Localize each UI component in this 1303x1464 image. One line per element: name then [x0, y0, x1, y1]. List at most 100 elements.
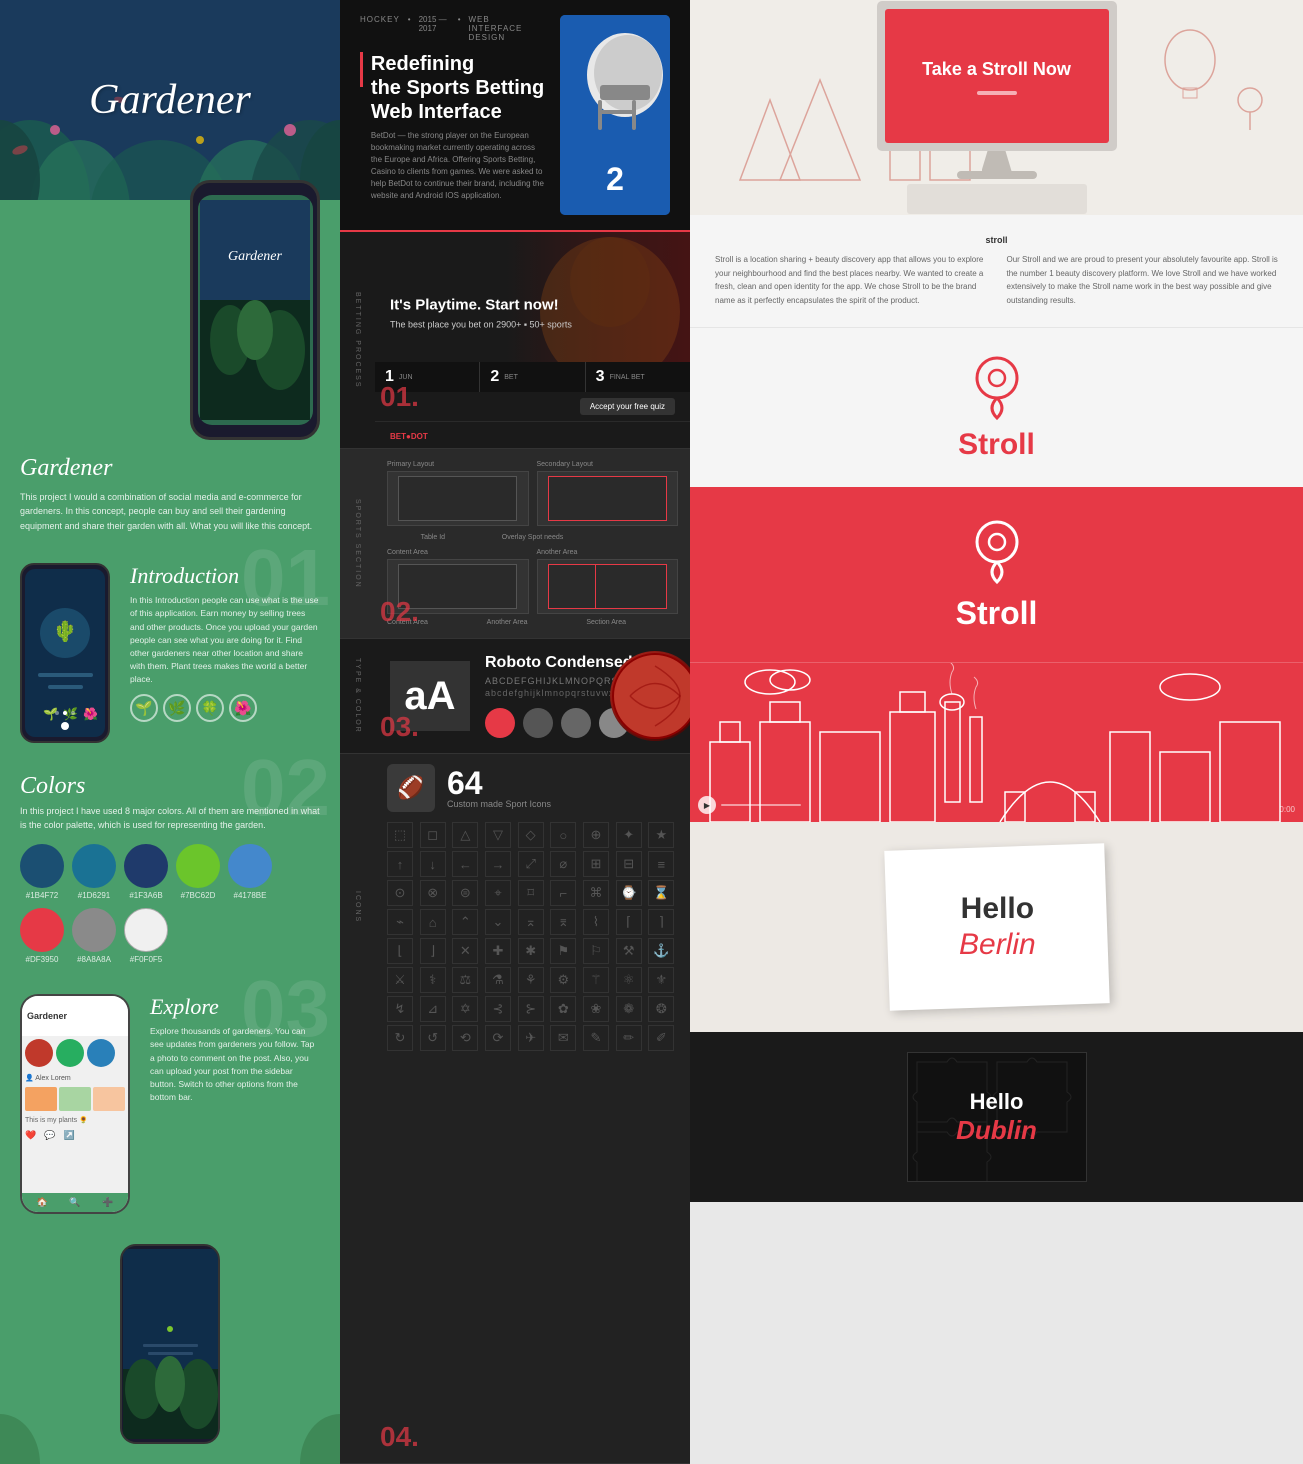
icon-28: ⌁ — [387, 909, 413, 935]
app-avatars-row — [22, 1036, 128, 1071]
monitor-keyboard — [907, 184, 1087, 214]
hero-text-block: It's Playtime. Start now! The best place… — [390, 295, 572, 329]
layout-lbl-b: Overlay Spot needs — [487, 534, 579, 541]
layout-label-1: Primary Layout — [387, 461, 529, 468]
section-03-label: TYPE & COLOR — [354, 658, 361, 734]
icon-22: ⌖ — [485, 880, 511, 906]
stroll-city-section: ▶ 0:00 — [690, 662, 1303, 822]
left-column: Gardener Gardener Gardener This project … — [0, 0, 340, 1464]
section-01: 🌵 🌱 🌿 🌺 — [0, 548, 340, 758]
play-button[interactable]: ▶ — [698, 796, 716, 814]
icon-29: ⌂ — [420, 909, 446, 935]
intro-phone-svg: 🌵 🌱 🌿 🌺 — [28, 573, 103, 733]
icon-64: ↻ — [387, 1025, 413, 1051]
letter-text-2: Our Stroll and we are proud to present y… — [1007, 253, 1279, 307]
nav-home: 🏠 — [37, 1197, 48, 1208]
bottom-phone-svg — [123, 1249, 218, 1439]
icon-49: ⚗ — [485, 967, 511, 993]
icons-count: 64 — [447, 767, 551, 799]
icons-grid: ⬚ ◻ △ ▽ ◇ ○ ⊕ ✦ ★ ↑ ↓ ← → ⤢ ⌀ ⊞ — [387, 822, 678, 1051]
app-actions: ❤️ 💬 ↗️ — [22, 1127, 128, 1144]
nav-search: 🔍 — [69, 1197, 80, 1208]
icon-40: ✚ — [485, 938, 511, 964]
app-photo-grid — [22, 1085, 128, 1113]
icon-44: ⚒ — [616, 938, 642, 964]
hero-sub-text: The best place you bet on 2900+ ▪ 50+ sp… — [390, 319, 572, 329]
monitor-base — [957, 171, 1037, 179]
icon-37: ⌊ — [387, 938, 413, 964]
sports-header-combined: HOCKEY • 2015 — 2017 • WEB INTERFACE DES… — [340, 0, 690, 232]
circle-icon-4: 🌺 — [229, 694, 257, 722]
circle-icon-3: 🍀 — [196, 694, 224, 722]
accept-bet-btn[interactable]: Accept your free quiz — [580, 398, 675, 415]
icon-5: ◇ — [518, 822, 544, 848]
layout-lbl-c — [586, 534, 678, 541]
betdot-footer: BET●DOT — [375, 422, 690, 448]
video-controls[interactable]: ▶ — [698, 796, 801, 814]
icon-38: ⌋ — [420, 938, 446, 964]
bottom-nav: 🏠 🔍 ➕ — [22, 1193, 128, 1212]
section-02-label: SPORTS SECTION — [354, 499, 361, 589]
phone-screen-svg: Gardener — [200, 200, 310, 420]
bet-label-1: JUN — [399, 374, 413, 381]
color-circle-2 — [72, 844, 116, 888]
icon-14: ⤢ — [518, 851, 544, 877]
icon-57: ✡ — [452, 996, 478, 1022]
football-player-img: 2 — [560, 15, 670, 215]
icon-72: ✐ — [648, 1025, 674, 1051]
sports-title-row: Redefining the Sports Betting Web Interf… — [360, 52, 545, 202]
icons-header-row: 🏈 64 Custom made Sport Icons — [387, 764, 678, 812]
svg-text:🌵: 🌵 — [52, 619, 77, 643]
icon-30: ⌃ — [452, 909, 478, 935]
swatch-6: #DF3950 — [20, 908, 64, 964]
gardener-title: Gardener — [89, 76, 251, 124]
monitor-screen: Take a Stroll Now — [885, 9, 1109, 143]
dublin-hello-text: Hello — [970, 1089, 1024, 1115]
right-column: Take a Stroll Now stroll Stroll is a loc… — [690, 0, 1303, 1464]
color-swatches: #1B4F72 #1D6291 #1F3A6B #7BC62D #4178BE … — [20, 844, 320, 964]
icon-31: ⌄ — [485, 909, 511, 935]
layout-row-1: Primary Layout Secondary Layout — [387, 461, 678, 526]
intro-icon-group: 🌱 🌿 🍀 🌺 — [130, 694, 320, 722]
phone-mockup-1: Gardener — [190, 180, 320, 440]
layout-inner-split — [549, 565, 596, 608]
stroll-pin-svg — [967, 353, 1027, 423]
layout-grid-4 — [537, 559, 679, 614]
icon-18: ≡ — [648, 851, 674, 877]
icon-9: ★ — [648, 822, 674, 848]
icon-25: ⌘ — [583, 880, 609, 906]
color-circle-3 — [124, 844, 168, 888]
share-icon: ↗️ — [63, 1130, 74, 1141]
icon-71: ✏ — [616, 1025, 642, 1051]
icons-count-block: 64 Custom made Sport Icons — [447, 767, 551, 809]
icon-1: ⬚ — [387, 822, 413, 848]
phone-intro-small: 🌵 🌱 🌿 🌺 — [20, 563, 110, 743]
stroll-logo-section: Stroll — [690, 327, 1303, 487]
color-dot-red — [485, 708, 515, 738]
avatar-3 — [87, 1039, 115, 1067]
icon-53: ⚛ — [616, 967, 642, 993]
icon-42: ⚑ — [550, 938, 576, 964]
ball-svg — [610, 651, 700, 741]
icon-70: ✎ — [583, 1025, 609, 1051]
icon-43: ⚐ — [583, 938, 609, 964]
bet-num-3: 3 — [596, 368, 605, 386]
icon-35: ⌈ — [616, 909, 642, 935]
dublin-card: Hello Dublin — [907, 1052, 1087, 1182]
section-01-content: It's Playtime. Start now! The best place… — [375, 232, 690, 448]
sports-section-04: ICONS 🏈 64 Custom made Sport Icons ⬚ ◻ △ — [340, 754, 690, 1464]
letter-columns: Stroll is a location sharing + beauty di… — [715, 253, 1278, 307]
phone-screen-1: Gardener — [198, 195, 313, 425]
section-02: 02 Colors In this project I have used 8 … — [0, 758, 340, 979]
icon-69: ✉ — [550, 1025, 576, 1051]
phone-section-top: Gardener — [0, 180, 340, 440]
color-dot-grey2 — [561, 708, 591, 738]
icon-7: ⊕ — [583, 822, 609, 848]
layout-label-4: Another Area — [537, 549, 679, 556]
icon-55: ↯ — [387, 996, 413, 1022]
color-circle-4 — [176, 844, 220, 888]
layout-label-2: Secondary Layout — [537, 461, 679, 468]
football-icon-box: 🏈 — [387, 764, 435, 812]
football-ball — [610, 651, 700, 741]
bet-label-3: FINAL BET — [610, 374, 645, 381]
